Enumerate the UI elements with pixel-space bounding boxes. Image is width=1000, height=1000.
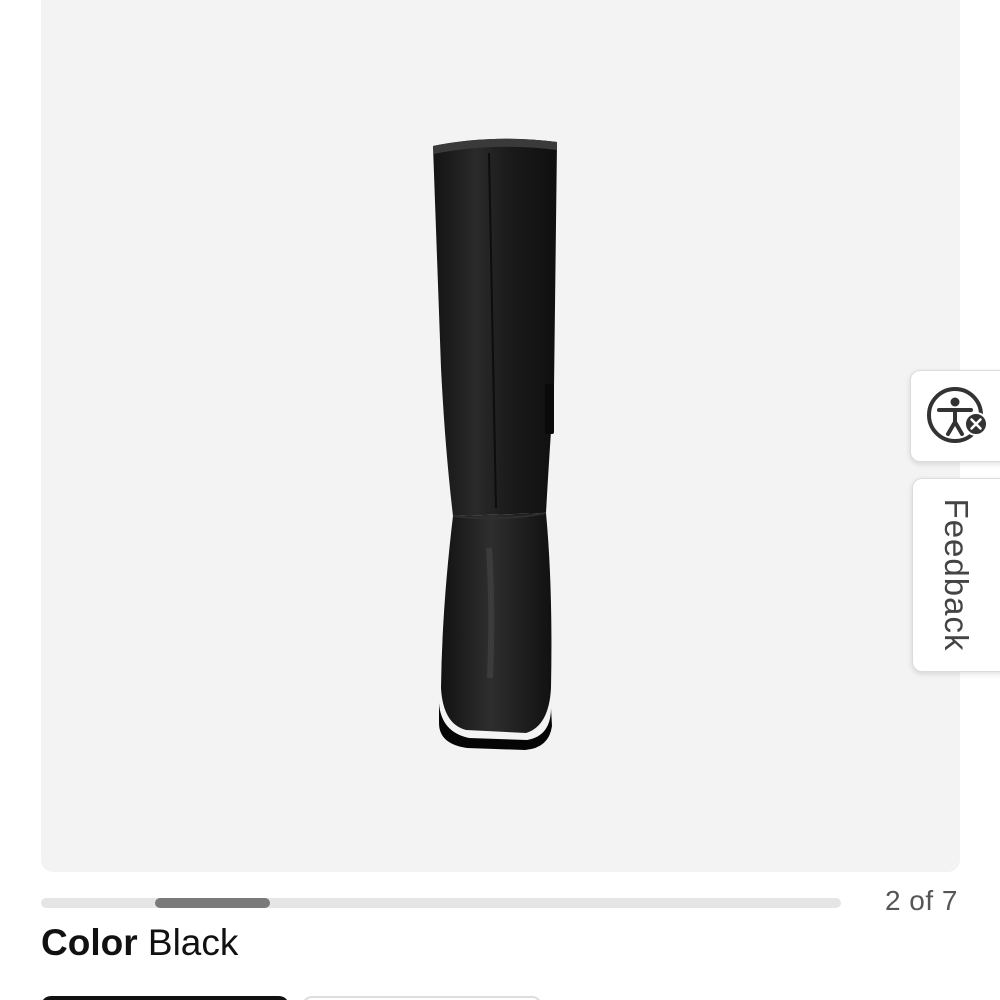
color-swatch[interactable]	[302, 996, 542, 1000]
color-selection-label: Color Black	[41, 922, 238, 964]
color-swatch-selected[interactable]	[41, 996, 289, 1000]
accessibility-icon	[927, 387, 988, 443]
accessibility-button[interactable]	[910, 370, 1000, 462]
feedback-button[interactable]: Feedback	[912, 478, 1000, 672]
feedback-label: Feedback	[938, 498, 975, 652]
color-value: Black	[147, 922, 239, 963]
product-image-gallery[interactable]	[41, 0, 960, 872]
image-progress-thumb[interactable]	[155, 898, 270, 908]
image-progress-track[interactable]	[41, 898, 841, 908]
color-label: Color	[41, 922, 138, 963]
image-position-counter: 2 of 7	[884, 885, 958, 916]
product-image[interactable]	[41, 0, 960, 872]
product-page: 2 of 7 Color Black Feedback	[0, 0, 1000, 1000]
